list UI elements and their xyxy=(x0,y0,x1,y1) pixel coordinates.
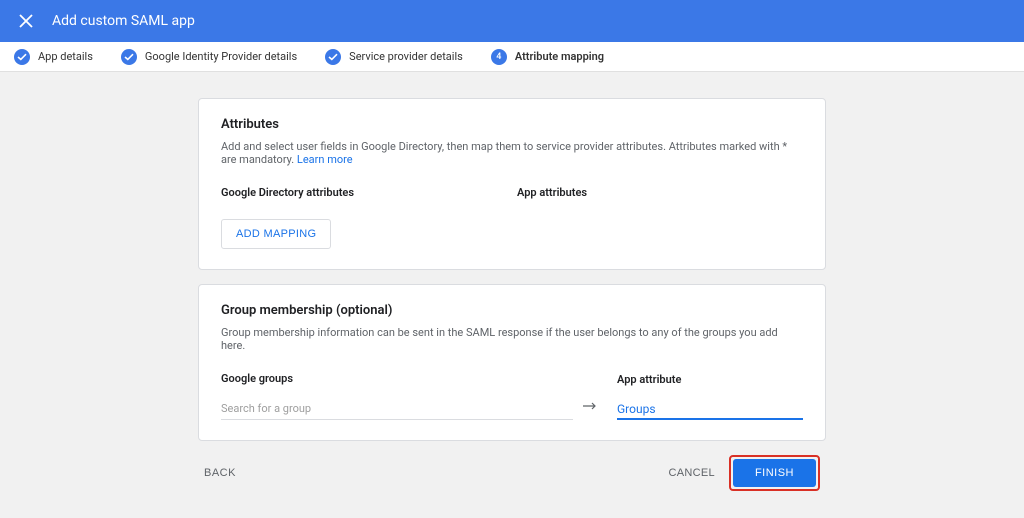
app-attribute-field: App attribute xyxy=(617,373,803,420)
check-icon xyxy=(14,49,30,65)
stepper: App details Google Identity Provider det… xyxy=(0,42,1024,72)
step-label: Attribute mapping xyxy=(515,50,604,63)
step-label: Google Identity Provider details xyxy=(145,50,297,63)
group-row: Google groups App attribute xyxy=(221,372,803,420)
cancel-button[interactable]: CANCEL xyxy=(669,467,715,479)
groups-desc: Group membership information can be sent… xyxy=(221,326,803,352)
step-label: App details xyxy=(38,50,93,63)
attributes-desc: Add and select user fields in Google Dir… xyxy=(221,140,803,166)
footer-right: CANCEL FINISH xyxy=(669,455,821,491)
learn-more-link[interactable]: Learn more xyxy=(297,153,353,166)
google-groups-field: Google groups xyxy=(221,372,573,420)
app-attribute-input[interactable] xyxy=(617,398,803,420)
group-membership-card: Group membership (optional) Group member… xyxy=(198,284,826,441)
finish-highlight: FINISH xyxy=(729,455,820,491)
step-label: Service provider details xyxy=(349,50,463,63)
check-icon xyxy=(325,49,341,65)
footer: BACK CANCEL FINISH xyxy=(198,455,826,491)
finish-button[interactable]: FINISH xyxy=(733,459,816,487)
add-mapping-button[interactable]: ADD MAPPING xyxy=(221,219,331,249)
app-attr-header: App attributes xyxy=(517,186,803,199)
page-title: Add custom SAML app xyxy=(52,13,195,29)
arrow-right-icon xyxy=(581,395,599,420)
main-content: Attributes Add and select user fields in… xyxy=(198,98,826,491)
attributes-title: Attributes xyxy=(221,117,803,132)
step-service-provider[interactable]: Service provider details xyxy=(325,49,463,65)
group-search-input[interactable] xyxy=(221,398,573,420)
step-app-details[interactable]: App details xyxy=(14,49,93,65)
app-header: Add custom SAML app xyxy=(0,0,1024,42)
step-attribute-mapping[interactable]: 4 Attribute mapping xyxy=(491,49,604,65)
groups-title: Group membership (optional) xyxy=(221,303,803,318)
google-attr-header: Google Directory attributes xyxy=(221,186,517,199)
back-button[interactable]: BACK xyxy=(204,467,236,479)
close-icon[interactable] xyxy=(16,11,36,31)
attributes-card: Attributes Add and select user fields in… xyxy=(198,98,826,270)
column-headers: Google Directory attributes App attribut… xyxy=(221,186,803,199)
google-groups-label: Google groups xyxy=(221,372,573,385)
step-identity-provider[interactable]: Google Identity Provider details xyxy=(121,49,297,65)
app-attribute-label: App attribute xyxy=(617,373,803,386)
step-number: 4 xyxy=(491,49,507,65)
check-icon xyxy=(121,49,137,65)
